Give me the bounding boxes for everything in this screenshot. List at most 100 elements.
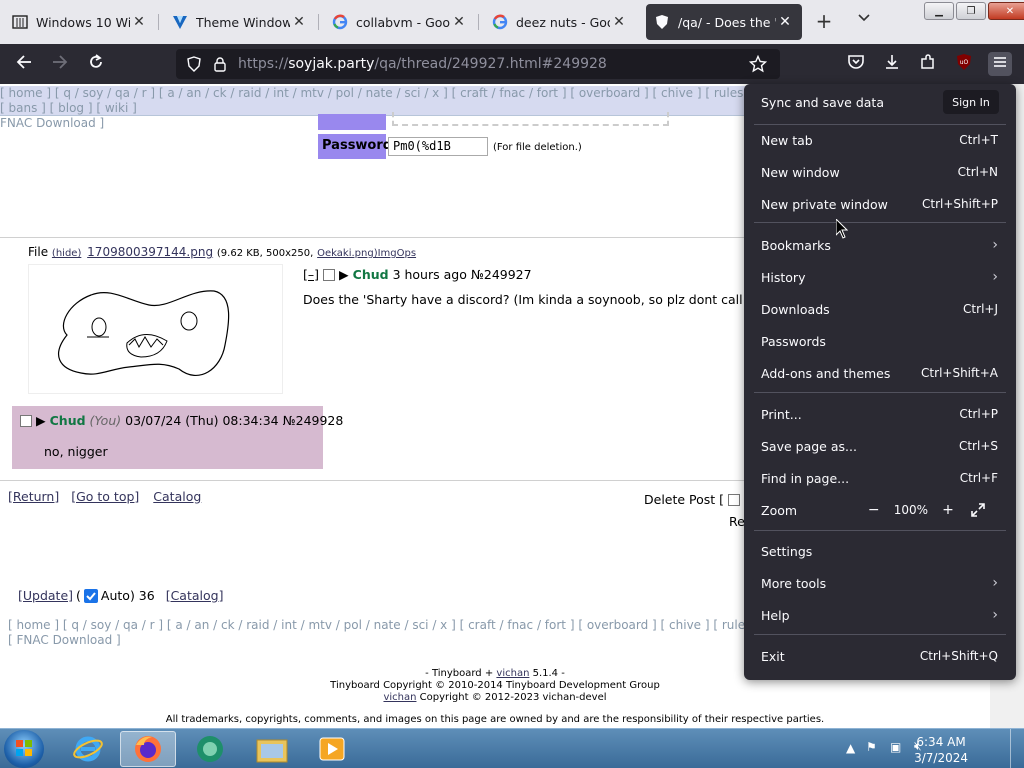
triangle-right-icon[interactable]: ▶: [36, 413, 46, 428]
show-desktop-button[interactable]: [1010, 729, 1024, 768]
update-link[interactable]: [Update]: [18, 588, 73, 603]
file-links[interactable]: Oekaki.png)ImgOps: [317, 248, 416, 259]
menu-item-label: New window: [761, 164, 840, 180]
post-time: 3 hours ago: [392, 267, 467, 282]
address-bar[interactable]: https://soyjak.party/qa/thread/249927.ht…: [176, 49, 780, 79]
fullscreen-icon: [971, 503, 985, 517]
mouse-cursor-icon: [836, 219, 848, 239]
auto-update-checkbox[interactable]: [83, 588, 98, 603]
file-name-link[interactable]: 1709800397144.png: [87, 245, 213, 259]
taskbar-file-explorer[interactable]: [244, 731, 300, 767]
close-tab-icon[interactable]: ✕: [290, 14, 308, 30]
go-to-top-link[interactable]: [Go to top]: [71, 489, 139, 504]
menu-item-more-tools[interactable]: More tools ›: [754, 569, 1006, 597]
footer-text: - Tinyboard +: [425, 668, 497, 679]
menu-separator: [754, 124, 1006, 125]
close-tab-icon[interactable]: ✕: [776, 14, 794, 30]
tab-qa-active[interactable]: /qa/ - Does the 'Sha ✕: [646, 4, 802, 40]
zoom-in-button[interactable]: +: [938, 500, 958, 520]
menu-item-save-page[interactable]: Save page as... Ctrl+S: [754, 432, 1006, 460]
menu-item-downloads[interactable]: Downloads Ctrl+J: [754, 295, 1006, 323]
menu-item-bookmarks[interactable]: Bookmarks ›: [754, 231, 1006, 259]
tracking-protection-shield-icon[interactable]: [184, 54, 204, 74]
downloads-button[interactable]: [880, 52, 904, 76]
op-image-thumbnail[interactable]: [28, 264, 283, 394]
tab-title: collabvm - Google: [356, 14, 450, 30]
menu-item-addons-themes[interactable]: Add-ons and themes Ctrl+Shift+A: [754, 359, 1006, 387]
close-tab-icon[interactable]: ✕: [130, 14, 148, 30]
network-icon[interactable]: ▣: [890, 740, 901, 754]
sign-in-button[interactable]: Sign In: [943, 90, 999, 114]
new-tab-button[interactable]: +: [812, 10, 836, 34]
shortcut: Ctrl+T: [959, 133, 998, 147]
forward-button[interactable]: [48, 52, 72, 76]
file-label: File: [28, 245, 49, 259]
open-menu-button[interactable]: [988, 52, 1012, 76]
minimize-button[interactable]: ▁: [924, 2, 954, 20]
catalog-link[interactable]: Catalog: [153, 489, 201, 504]
menu-item-new-tab[interactable]: New tab Ctrl+T: [754, 126, 1006, 154]
pocket-button[interactable]: [844, 52, 868, 76]
close-tab-icon[interactable]: ✕: [610, 14, 628, 30]
password-note: (For file deletion.): [493, 142, 582, 153]
menu-item-new-private-window[interactable]: New private window Ctrl+Shift+P: [754, 190, 1006, 218]
taskbar-clock[interactable]: 6:34 AM 3/7/2024: [914, 734, 968, 766]
menu-item-find-in-page[interactable]: Find in page... Ctrl+F: [754, 464, 1006, 492]
taskbar-media-app[interactable]: [182, 731, 238, 767]
shortcut: Ctrl+Shift+P: [922, 197, 998, 211]
op-delete-checkbox[interactable]: [323, 268, 336, 281]
menu-separator: [754, 392, 1006, 393]
vuetify-icon: [172, 14, 188, 30]
taskbar-internet-explorer[interactable]: [60, 731, 116, 767]
start-button[interactable]: [4, 730, 44, 768]
download-icon: [883, 53, 901, 75]
close-tab-icon[interactable]: ✕: [450, 14, 468, 30]
back-button[interactable]: [12, 52, 36, 76]
poster-name: Chud: [352, 267, 389, 282]
chevron-down-icon: [857, 13, 871, 27]
menu-item-label: New tab: [761, 132, 813, 148]
close-window-button[interactable]: ✕: [988, 2, 1024, 20]
collapse-thread-link[interactable]: [–]: [303, 267, 319, 282]
reload-button[interactable]: [84, 52, 108, 76]
taskbar-firefox[interactable]: [120, 731, 176, 767]
triangle-right-icon[interactable]: ▶: [339, 267, 349, 282]
ublock-origin-button[interactable]: uO: [952, 52, 976, 76]
menu-item-new-window[interactable]: New window Ctrl+N: [754, 158, 1006, 186]
zoom-out-button[interactable]: −: [864, 500, 884, 520]
tab-deez-nuts-google[interactable]: deez nuts - Google ✕: [484, 4, 636, 40]
menu-item-exit[interactable]: Exit Ctrl+Shift+Q: [754, 642, 1006, 670]
vichan-link[interactable]: vichan: [496, 668, 529, 679]
menu-item-settings[interactable]: Settings: [754, 537, 1006, 565]
tab-windows10[interactable]: Windows 10 With W ✕: [4, 4, 156, 40]
post-number[interactable]: №249928: [283, 413, 344, 428]
zoom-reset-button[interactable]: 100%: [894, 503, 928, 517]
post-number[interactable]: №249927: [471, 267, 532, 282]
reply-delete-checkbox[interactable]: [20, 414, 32, 427]
action-center-flag-icon[interactable]: ⚑: [866, 740, 877, 754]
hide-file-link[interactable]: (hide): [52, 248, 81, 259]
show-hidden-icons-arrow-icon[interactable]: ▲: [846, 741, 855, 755]
tab-collabvm-google[interactable]: collabvm - Google ✕: [324, 4, 476, 40]
list-all-tabs-button[interactable]: [852, 10, 876, 34]
menu-item-passwords[interactable]: Passwords: [754, 327, 1006, 355]
shortcut: Ctrl+Shift+Q: [919, 649, 998, 663]
footer-copyright-tinyboard: Tinyboard Copyright © 2010-2014 Tinyboar…: [330, 680, 660, 691]
catalog-link-bottom[interactable]: [Catalog]: [166, 588, 224, 603]
vichan-link[interactable]: vichan: [383, 692, 416, 703]
return-link[interactable]: [Return]: [8, 489, 59, 504]
file-drop-zone[interactable]: [392, 112, 669, 126]
tab-theme-windows7[interactable]: Theme Windows 7 ✕: [164, 4, 316, 40]
bookmark-star-icon[interactable]: [748, 54, 768, 74]
extensions-button[interactable]: [916, 52, 940, 76]
menu-item-history[interactable]: History ›: [754, 263, 1006, 291]
menu-item-help[interactable]: Help ›: [754, 601, 1006, 629]
password-field[interactable]: Pm0(%d1B: [388, 137, 488, 156]
lock-icon[interactable]: [210, 54, 230, 74]
fullscreen-button[interactable]: [968, 500, 988, 520]
taskbar-windows-media-player[interactable]: [304, 731, 360, 767]
menu-item-label: More tools: [761, 575, 827, 591]
delete-file-checkbox[interactable]: [728, 493, 741, 506]
menu-item-print[interactable]: Print... Ctrl+P: [754, 400, 1006, 428]
maximize-button[interactable]: ❐: [956, 2, 986, 20]
